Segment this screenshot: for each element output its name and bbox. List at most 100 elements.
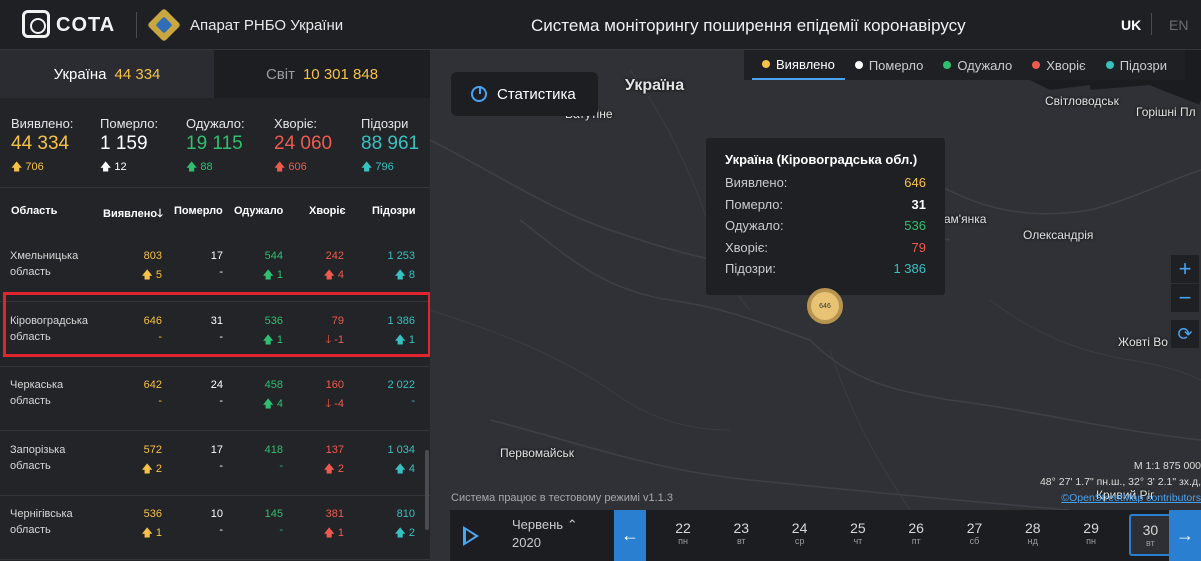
timeline-next-button[interactable]: → bbox=[1169, 510, 1201, 561]
cell-delta: 🡅 2 bbox=[284, 460, 345, 479]
region-marker[interactable]: 646 bbox=[807, 288, 843, 324]
legend-label: Виявлено bbox=[776, 56, 835, 72]
play-icon bbox=[463, 525, 479, 546]
map-label-pervomaisk: Первомайськ bbox=[500, 446, 575, 460]
summary-died: Померло: 1 159 🡅 12 bbox=[100, 116, 158, 177]
table-row[interactable]: Черкаська область 642-24-458 🡅 4 160 🡓 -4 2 0… bbox=[0, 367, 430, 431]
osm-link[interactable]: ©OpenStreetMap contributors bbox=[1040, 490, 1201, 506]
legend-died[interactable]: Померло bbox=[845, 50, 934, 80]
timeline-day[interactable]: 28 нд bbox=[1013, 520, 1053, 546]
day-weekday: пт bbox=[911, 536, 921, 546]
cell-delta: - bbox=[163, 460, 223, 472]
col-header-region[interactable]: Область bbox=[11, 205, 57, 217]
timeline-day[interactable]: 23 вт bbox=[721, 520, 761, 546]
cell-value: 160 bbox=[325, 379, 344, 391]
timeline-day[interactable]: 25 чт bbox=[838, 520, 878, 546]
tooltip-value: 646 bbox=[904, 175, 926, 190]
map-scale: M 1:1 875 000 bbox=[1133, 460, 1201, 472]
day-weekday: пн bbox=[1086, 536, 1097, 546]
legend-label: Підозри bbox=[1119, 57, 1168, 73]
col-header-died[interactable]: Померло bbox=[174, 205, 223, 217]
timeline-day[interactable]: 24 ср bbox=[780, 520, 820, 546]
cell-delta: 🡅 4 bbox=[223, 395, 284, 414]
col-header-detected-label: Виявлено bbox=[103, 208, 158, 220]
delta-value: 2 bbox=[155, 462, 162, 475]
tooltip-title: Україна (Кіровоградська обл.) bbox=[725, 152, 918, 167]
cota-logo-icon[interactable] bbox=[22, 10, 50, 38]
col-header-detected[interactable]: Виявлено🡓 bbox=[103, 205, 163, 224]
tooltip-row: Виявлено: 646 bbox=[725, 175, 926, 197]
arrow-left-icon: ← bbox=[621, 525, 639, 545]
cell-value: 642 bbox=[143, 379, 162, 391]
col-header-suspected[interactable]: Підозри bbox=[372, 205, 415, 217]
legend-sick[interactable]: Хворіє bbox=[1022, 50, 1095, 80]
scope-ukraine-label: Україна bbox=[53, 65, 107, 83]
col-header-recovered[interactable]: Одужало bbox=[234, 205, 283, 217]
year-label: 2020 bbox=[512, 535, 541, 550]
teal-dot-icon bbox=[1105, 61, 1114, 69]
refresh-icon: ⟳ bbox=[1177, 323, 1193, 344]
yellow-dot-icon bbox=[762, 60, 770, 68]
statistics-button[interactable]: Статистика bbox=[451, 72, 598, 116]
reset-view-button[interactable]: ⟳ bbox=[1171, 320, 1199, 348]
cell-value: 17 bbox=[210, 250, 223, 262]
cell-delta: 🡅 1 bbox=[223, 266, 284, 285]
scope-world-label: Світ bbox=[265, 65, 295, 83]
table-row[interactable]: Запорізька область 572 🡅 2 17 - 418 - 137 🡅 2 1 0… bbox=[0, 432, 430, 496]
legend-suspected[interactable]: Підозри bbox=[1096, 50, 1177, 80]
col-header-sick[interactable]: Хворіє bbox=[309, 205, 346, 217]
tooltip-label: Виявлено: bbox=[725, 175, 788, 190]
scope-tab-ukraine[interactable]: Україна 44 334 bbox=[0, 50, 214, 98]
timeline-prev-button[interactable]: ← bbox=[614, 510, 646, 561]
legend-recovered[interactable]: Одужало bbox=[933, 50, 1022, 80]
tooltip-value: 31 bbox=[911, 196, 926, 212]
zoom-out-button[interactable]: − bbox=[1171, 284, 1199, 312]
day-number: 24 bbox=[791, 520, 808, 536]
summary-delta-value: 606 bbox=[288, 161, 307, 173]
timeline: Червень ⌃ 2020 ← 22 пн 23 вт 24 ср 25 чт 26 пт 27 с… bbox=[450, 510, 1201, 561]
summary-delta: 🡅 796 bbox=[361, 158, 419, 177]
timeline-day[interactable]: 22 пн bbox=[663, 520, 703, 546]
cell-value: 458 bbox=[264, 379, 283, 391]
timeline-day[interactable]: 27 сб bbox=[955, 520, 995, 546]
delta-value: -4 bbox=[334, 398, 344, 410]
arrow-up-icon: 🡅 bbox=[11, 161, 23, 173]
timeline-day[interactable]: 26 пт bbox=[896, 520, 936, 546]
cell-delta: 🡅 2 bbox=[102, 460, 163, 479]
day-number: 22 bbox=[675, 520, 691, 536]
table-row[interactable]: Чернігівська область 536 🡅 1 10 - 145 - 381 🡅 1 8… bbox=[0, 496, 430, 560]
timeline-day[interactable]: 30 вт bbox=[1129, 514, 1170, 556]
lang-uk-button[interactable]: UK bbox=[1121, 17, 1141, 33]
zoom-in-button[interactable]: + bbox=[1171, 255, 1199, 283]
delta-value: 1 bbox=[276, 269, 283, 281]
cell-value: 145 bbox=[264, 508, 283, 520]
tooltip-value: 1 386 bbox=[893, 261, 926, 276]
lang-en-button[interactable]: EN bbox=[1169, 17, 1188, 33]
map-label-horishni: Горішні Пл bbox=[1136, 105, 1196, 119]
cell-value: 10 bbox=[210, 508, 223, 520]
summary-value: 1 159 bbox=[100, 133, 148, 154]
map-coordinates: 48° 27' 1.7" пн.ш., 32° 3' 2.1" зх.д, bbox=[1039, 476, 1201, 488]
arrow-down-icon: 🡓 bbox=[325, 398, 335, 410]
delta-value: 1 bbox=[155, 527, 162, 539]
cell-value: 1 253 bbox=[387, 250, 415, 262]
play-button[interactable] bbox=[450, 510, 494, 561]
table-scrollbar[interactable] bbox=[425, 450, 429, 530]
legend-detected[interactable]: Виявлено bbox=[752, 50, 845, 80]
legend-label: Хворіє bbox=[1046, 57, 1086, 73]
map-view[interactable]: Україна Ватутіне Світловодськ Горішні Пл… bbox=[430, 50, 1201, 561]
brand-name[interactable]: COTA bbox=[56, 14, 115, 37]
scope-tab-world[interactable]: Світ 10 301 848 bbox=[214, 50, 430, 98]
arrow-up-icon: 🡅 bbox=[141, 269, 156, 281]
cell-value: 137 bbox=[325, 443, 344, 456]
cell-delta: - bbox=[223, 460, 283, 472]
arrow-up-icon: 🡅 bbox=[323, 269, 338, 281]
page-title: Система моніторингу поширення епідемії к… bbox=[531, 16, 966, 35]
map-attribution: M 1:1 875 000 48° 27' 1.7" пн.ш., 32° 3'… bbox=[1040, 458, 1201, 506]
timeline-day[interactable]: 29 пн bbox=[1071, 520, 1111, 546]
month-selector[interactable]: Червень ⌃ 2020 bbox=[512, 516, 578, 552]
white-dot-icon bbox=[854, 61, 863, 69]
summary-label: Хворіє: bbox=[274, 116, 318, 131]
delta-value: 2 bbox=[408, 527, 415, 539]
day-number: 30 bbox=[1142, 522, 1159, 538]
